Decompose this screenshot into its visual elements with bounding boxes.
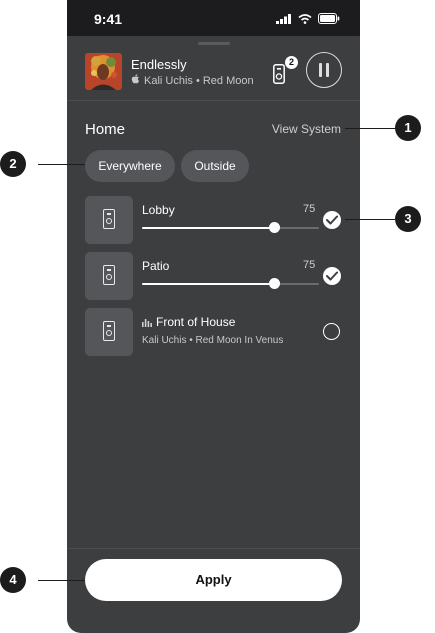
volume-slider[interactable] [142,222,319,233]
room-selected-checkbox[interactable] [323,211,341,229]
pause-button[interactable] [306,52,342,88]
battery-icon [318,13,340,24]
volume-slider-knob[interactable] [269,222,281,233]
view-system-link[interactable]: View System [272,122,341,136]
apply-button[interactable]: Apply [85,559,342,601]
sheet-grabber[interactable] [198,42,230,45]
track-artist-album: Kali Uchis • Red Moon In Venus [144,75,255,87]
room-name-row: Front of House [142,315,235,329]
callout-badge-1: 1 [395,115,421,141]
callout-line [345,128,397,129]
speaker-group-icon [273,64,285,84]
pause-icon [319,63,322,77]
track-title: Endlessly [131,57,187,72]
room-volume-value: 75 [303,203,316,215]
callout-badge-2: 2 [0,151,26,177]
signal-icon [276,13,291,24]
room-volume-value: 75 [303,259,316,271]
room-row-front-of-house[interactable]: Front of House Kali Uchis • Red Moon In … [67,308,360,356]
wifi-icon [298,13,312,24]
system-title: Home [85,121,126,138]
room-row-lobby[interactable]: Lobby 75 [67,196,360,244]
volume-slider[interactable] [142,278,319,289]
status-icons [276,13,340,24]
room-unselected-checkbox[interactable] [323,323,340,340]
room-name: Front of House [156,315,236,329]
checkmark-icon [326,215,338,225]
speaker-icon [85,308,133,356]
chip-outside[interactable]: Outside [181,150,249,182]
apple-music-icon [131,74,140,84]
chip-everywhere[interactable]: Everywhere [85,150,175,182]
track-subtitle: Kali Uchis • Red Moon In Venus [131,74,255,87]
group-count-badge: 2 [285,56,298,69]
status-bar: 9:41 [67,0,360,36]
volume-slider-knob[interactable] [269,278,281,289]
speaker-icon [85,196,133,244]
callout-line [38,164,85,165]
album-art [85,53,122,90]
callout-line [38,580,85,581]
room-name: Lobby [142,203,175,217]
checkmark-icon [326,271,338,281]
callout-badge-3: 3 [395,206,421,232]
room-now-playing: Kali Uchis • Red Moon In Venus [142,335,284,346]
phone-screen: 9:41 Endlessly Kali Uchis • Red Moon 2 H… [67,0,360,633]
speaker-icon [85,252,133,300]
group-speakers-button[interactable]: 2 [271,56,298,84]
now-playing-bar[interactable]: Endlessly Kali Uchis • Red Moon In Venus… [67,50,360,100]
room-selected-checkbox[interactable] [323,267,341,285]
callout-line [345,219,395,220]
room-name: Patio [142,259,170,273]
status-time: 9:41 [94,11,123,27]
divider [67,548,360,549]
room-row-patio[interactable]: Patio 75 [67,252,360,300]
divider [67,100,360,101]
callout-badge-4: 4 [0,567,26,593]
now-playing-bars-icon [142,319,152,328]
